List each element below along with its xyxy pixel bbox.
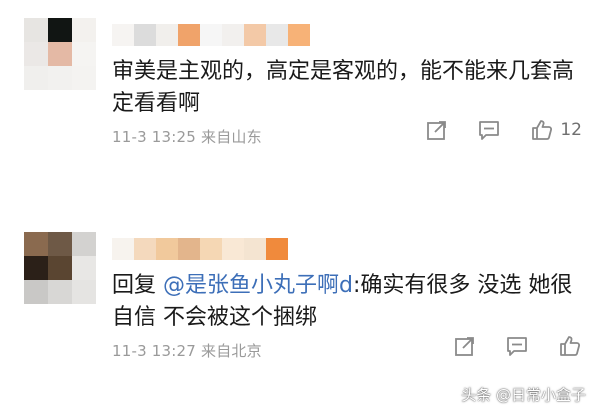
like-button[interactable] bbox=[558, 334, 582, 358]
avatar-pixel bbox=[24, 42, 48, 66]
avatar-pixel bbox=[72, 18, 96, 42]
nick-pixel bbox=[244, 238, 266, 260]
avatar-pixel bbox=[48, 42, 72, 66]
avatar-pixel bbox=[48, 66, 72, 90]
avatar[interactable] bbox=[24, 232, 96, 304]
timestamp: 11-3 13:25 bbox=[112, 128, 197, 146]
comment-button[interactable] bbox=[478, 119, 500, 141]
avatar-pixel bbox=[48, 256, 72, 280]
comment-text: 审美是主观的，高定是客观的，能不能来几套高定看看啊 bbox=[112, 59, 575, 116]
like-count: 12 bbox=[560, 120, 582, 140]
comment-icon bbox=[479, 121, 500, 140]
username-pixelated[interactable] bbox=[112, 24, 310, 46]
watermark: 头条 @日常小盒子 bbox=[461, 386, 586, 404]
avatar-pixel bbox=[24, 18, 48, 42]
avatar-pixel bbox=[24, 256, 48, 280]
nick-pixel bbox=[288, 24, 310, 46]
share-icon bbox=[427, 121, 447, 140]
nick-pixel bbox=[222, 238, 244, 260]
nick-pixel bbox=[134, 238, 156, 260]
comment-actions: 12 bbox=[396, 118, 582, 142]
username-pixelated[interactable] bbox=[112, 238, 288, 260]
avatar-pixel bbox=[24, 66, 48, 90]
comment-actions bbox=[424, 334, 582, 358]
nick-pixel bbox=[112, 238, 134, 260]
share-button[interactable] bbox=[426, 119, 448, 141]
share-button[interactable] bbox=[454, 335, 476, 357]
location: 来自北京 bbox=[201, 342, 262, 360]
comment-button[interactable] bbox=[506, 335, 528, 357]
comment-text: 回复 @是张鱼小丸子啊d:确实有很多 没选 她很自信 不会被这个捆绑 bbox=[112, 270, 582, 334]
comment-icon bbox=[507, 337, 527, 356]
nick-pixel bbox=[266, 24, 288, 46]
avatar-pixel bbox=[24, 232, 48, 256]
nick-pixel bbox=[178, 24, 200, 46]
nick-pixel bbox=[200, 24, 222, 46]
avatar-pixel bbox=[24, 280, 48, 304]
avatar-pixel bbox=[48, 18, 72, 42]
timestamp: 11-3 13:27 bbox=[112, 342, 197, 360]
avatar-pixel bbox=[48, 232, 72, 256]
reply-prefix: 回复 bbox=[112, 273, 157, 298]
avatar-pixel bbox=[72, 256, 96, 280]
like-button[interactable]: 12 bbox=[530, 118, 582, 142]
avatar-pixel bbox=[48, 280, 72, 304]
mention-link[interactable]: @是张鱼小丸子啊d bbox=[163, 273, 353, 298]
comment-meta: 11-3 13:25 来自山东 bbox=[112, 126, 262, 147]
thumbs-up-icon bbox=[560, 336, 581, 356]
nick-pixel bbox=[112, 24, 134, 46]
comment-meta: 11-3 13:27 来自北京 bbox=[112, 340, 262, 361]
share-icon bbox=[455, 337, 474, 356]
nick-pixel bbox=[244, 24, 266, 46]
avatar-pixel bbox=[72, 280, 96, 304]
thumbs-up-icon bbox=[532, 120, 553, 140]
location: 来自山东 bbox=[201, 128, 262, 146]
nick-pixel bbox=[222, 24, 244, 46]
avatar[interactable] bbox=[24, 18, 96, 90]
nick-pixel bbox=[134, 24, 156, 46]
nick-pixel bbox=[156, 238, 178, 260]
avatar-pixel bbox=[72, 42, 96, 66]
avatar-pixel bbox=[72, 232, 96, 256]
nick-pixel bbox=[266, 238, 288, 260]
nick-pixel bbox=[178, 238, 200, 260]
nick-pixel bbox=[156, 24, 178, 46]
avatar-pixel bbox=[72, 66, 96, 90]
nick-pixel bbox=[200, 238, 222, 260]
